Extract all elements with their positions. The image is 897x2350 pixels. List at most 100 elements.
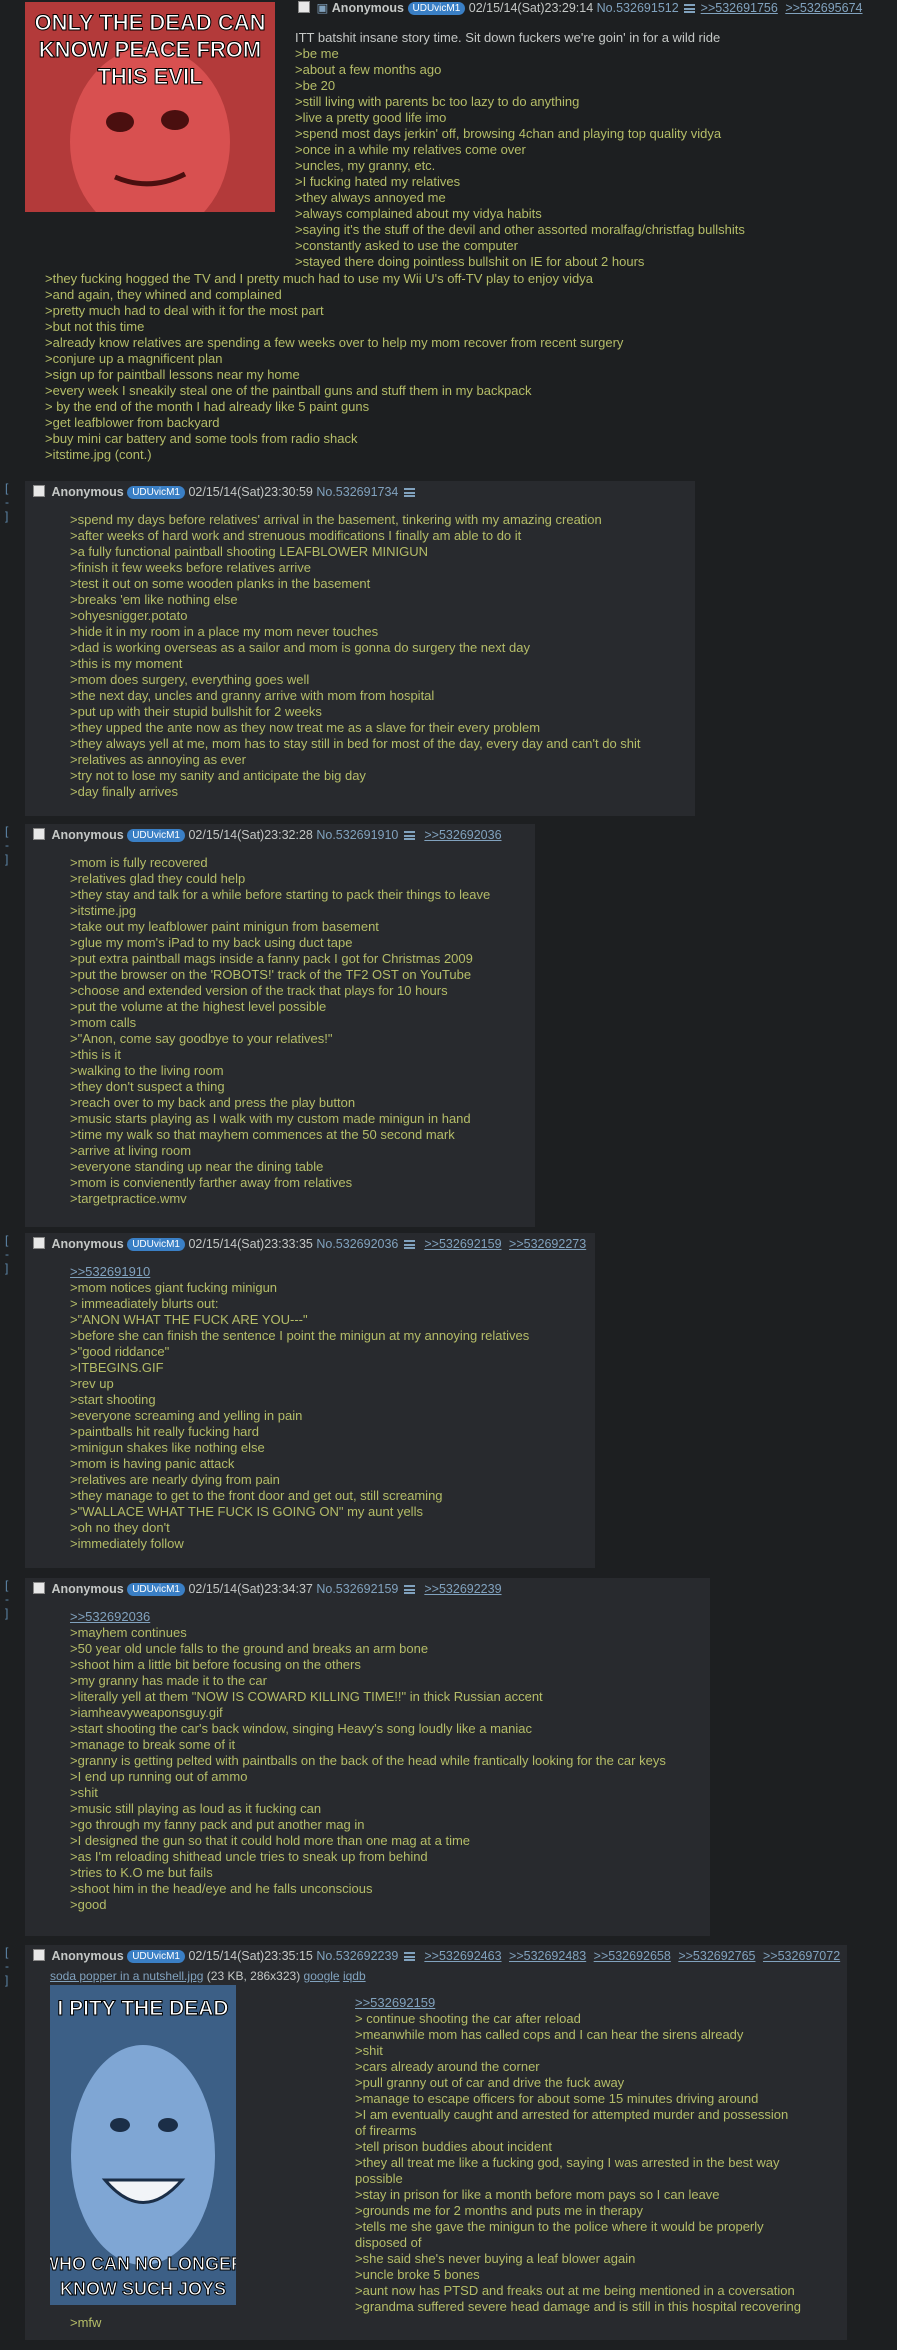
post-number[interactable]: No.532691910 (316, 828, 398, 842)
backlink[interactable]: >>532691756 (701, 1, 778, 15)
post-line: >and again, they whined and complained (45, 287, 282, 302)
backlink[interactable]: >>532692239 (424, 1582, 501, 1596)
post-line: >test it out on some wooden planks in th… (70, 576, 371, 591)
collapse-toggle[interactable]: [ - ] (5, 481, 9, 523)
post-line: >every week I sneakily steal one of the … (45, 383, 532, 398)
post-line: >literally yell at them "NOW IS COWARD K… (70, 1689, 543, 1704)
quote-link[interactable]: >>532692159 (355, 1995, 840, 2011)
poster-id-badge[interactable]: UDUvicM1 (127, 486, 185, 499)
backlink[interactable]: >>532692159 (424, 1237, 501, 1251)
post-number[interactable]: No.532692159 (316, 1582, 398, 1596)
post-line: >but not this time (45, 319, 145, 334)
post-line: >"good riddance" (70, 1344, 170, 1359)
post-line: >buy mini car battery and some tools fro… (45, 431, 358, 446)
post-line: >"WALLACE WHAT THE FUCK IS GOING ON" my … (70, 1504, 423, 1519)
reply-post: Anonymous UDUvicM1 02/15/14(Sat)23:35:15… (25, 1945, 847, 2340)
poster-name: Anonymous (51, 485, 124, 499)
poster-name: Anonymous (331, 1, 405, 15)
poster-id-badge[interactable]: UDUvicM1 (127, 1238, 185, 1251)
post-line: > continue shooting the car after reload (355, 2011, 581, 2026)
post-line: >my granny has made it to the car (70, 1673, 267, 1688)
backlink[interactable]: >>532692036 (424, 828, 501, 842)
backlink[interactable]: >>532692483 (509, 1949, 586, 1963)
bookmark-icon[interactable]: ▣ (316, 1, 328, 15)
post-line: >breaks 'em like nothing else (70, 592, 238, 607)
post-checkbox[interactable] (33, 1582, 45, 1594)
post-line: >tries to K.O me but fails (70, 1865, 213, 1880)
post-image[interactable]: I PITY THE DEAD WHO CAN NO LONGER KNOW S… (50, 1985, 236, 2305)
post-number[interactable]: No.532691512 (597, 1, 679, 15)
reply-body: >>532692036 >mayhem continues >50 year old… (70, 1609, 666, 1913)
backlink[interactable]: >>532695674 (785, 1, 862, 15)
post-line: >meanwhile mom has called cops and I can… (355, 2027, 744, 2042)
post-checkbox[interactable] (33, 828, 45, 840)
post-line: >I designed the gun so that it could hol… (70, 1833, 471, 1848)
backlink[interactable]: >>532697072 (763, 1949, 840, 1963)
collapse-toggle[interactable]: [ - ] (5, 1578, 9, 1620)
post-checkbox[interactable] (33, 1237, 45, 1249)
post-line: >immediately follow (70, 1536, 184, 1551)
post-line: >minigun shakes like nothing else (70, 1440, 265, 1455)
post-line: >put up with their stupid bullshit for 2… (70, 704, 322, 719)
collapse-toggle[interactable]: [ - ] (5, 1233, 9, 1275)
post-line: >this is it (70, 1047, 121, 1062)
post-checkbox[interactable] (33, 1949, 45, 1961)
post-line: >mom is convienently farther away from r… (70, 1175, 353, 1190)
post-menu-icon[interactable] (403, 1952, 415, 1961)
post-checkbox[interactable] (33, 485, 45, 497)
backlink[interactable]: >>532692463 (424, 1949, 501, 1963)
post-line: >uncles, my granny, etc. (295, 158, 436, 173)
post-line: >go through my fanny pack and put anothe… (70, 1817, 365, 1832)
post-line: >shoot him in the head/eye and he falls … (70, 1881, 373, 1896)
quote-link[interactable]: >>532691910 (70, 1264, 529, 1280)
backlink[interactable]: >>532692273 (509, 1237, 586, 1251)
post-line: >aunt now has PTSD and freaks out at me … (355, 2283, 795, 2298)
post-line: >they always yell at me, mom has to stay… (70, 736, 641, 751)
post-menu-icon[interactable] (403, 1240, 415, 1249)
post-line: >relatives glad they could help (70, 871, 246, 886)
post-line: >dad is working overseas as a sailor and… (70, 640, 530, 655)
post-line: >finish it few weeks before relatives ar… (70, 560, 311, 575)
poster-name: Anonymous (51, 828, 124, 842)
post-menu-icon[interactable] (403, 488, 415, 497)
collapse-toggle[interactable]: [ - ] (5, 1945, 9, 1987)
post-line: >glue my mom's iPad to my back using duc… (70, 935, 353, 950)
post-line: >constantly asked to use the computer (295, 238, 518, 253)
post-date: 02/15/14(Sat)23:34:37 (188, 1582, 313, 1596)
post-line: >they don't suspect a thing (70, 1079, 225, 1094)
post-number[interactable]: No.532692036 (316, 1237, 398, 1251)
quote-link[interactable]: >>532692036 (70, 1609, 666, 1625)
google-search-link[interactable]: google (304, 1969, 340, 1983)
post-line: >walking to the living room (70, 1063, 224, 1078)
poster-id-badge[interactable]: UDUvicM1 (127, 1583, 185, 1596)
post-date: 02/15/14(Sat)23:32:28 (188, 828, 313, 842)
post-menu-icon[interactable] (403, 1585, 415, 1594)
post-line: >always complained about my vidya habits (295, 206, 542, 221)
poster-id-badge[interactable]: UDUvicM1 (407, 2, 466, 15)
svg-text:ONLY THE DEAD CAN: ONLY THE DEAD CAN (34, 10, 265, 35)
op-image[interactable]: ONLY THE DEAD CAN KNOW PEACE FROM THIS E… (25, 2, 275, 212)
reply-post: Anonymous UDUvicM1 02/15/14(Sat)23:32:28… (25, 824, 535, 1227)
post-line: >manage to break some of it (70, 1737, 236, 1752)
post-line: >time my walk so that mayhem commences a… (70, 1127, 455, 1142)
iqdb-search-link[interactable]: iqdb (343, 1969, 366, 1983)
post-number[interactable]: No.532691734 (316, 485, 398, 499)
backlink[interactable]: >>532692658 (594, 1949, 671, 1963)
post-line: >targetpractice.wmv (70, 1191, 187, 1206)
file-link[interactable]: soda popper in a nutshell.jpg (50, 1969, 203, 1983)
post-line: >grandma suffered severe head damage and… (355, 2299, 801, 2314)
reply-body: >spend my days before relatives' arrival… (70, 512, 641, 800)
post-line: >shit (70, 1785, 98, 1800)
poster-id-badge[interactable]: UDUvicM1 (127, 829, 185, 842)
backlink[interactable]: >>532692765 (678, 1949, 755, 1963)
reply-header: Anonymous UDUvicM1 02/15/14(Sat)23:33:35… (33, 1237, 586, 1251)
post-line: >music starts playing as I walk with my … (70, 1111, 471, 1126)
post-checkbox[interactable] (298, 1, 310, 13)
collapse-toggle[interactable]: [ - ] (5, 824, 9, 866)
post-menu-icon[interactable] (684, 4, 696, 13)
post-number[interactable]: No.532692239 (316, 1949, 398, 1963)
post-menu-icon[interactable] (403, 831, 415, 840)
post-line: >shit (355, 2043, 383, 2058)
post-line: >mom notices giant fucking minigun (70, 1280, 278, 1295)
poster-id-badge[interactable]: UDUvicM1 (127, 1950, 185, 1963)
